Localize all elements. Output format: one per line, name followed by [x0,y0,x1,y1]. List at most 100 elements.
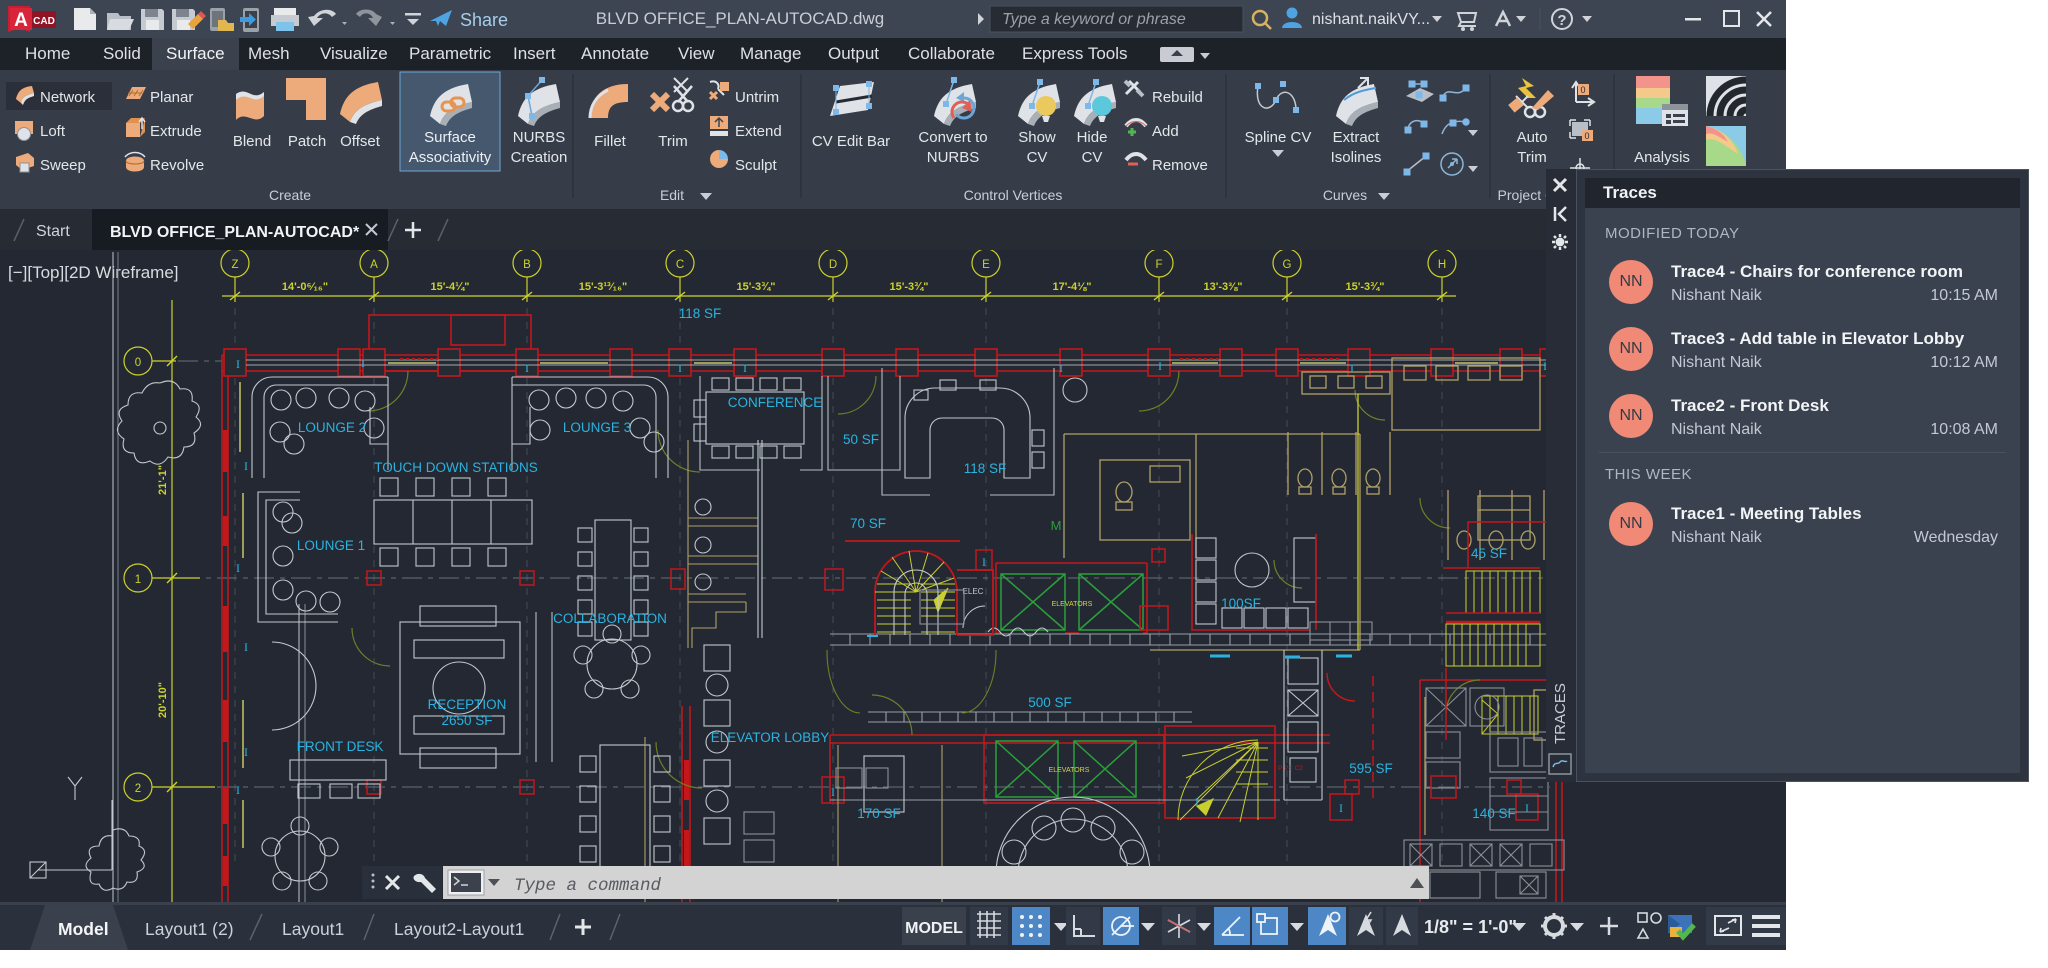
svg-text:Offset: Offset [340,133,381,150]
svg-text:Auto: Auto [1517,129,1548,146]
svg-text:13'-3⅜": 13'-3⅜" [1203,281,1242,293]
svg-text:Creation: Creation [511,149,568,166]
svg-text:G: G [1283,259,1292,271]
svg-text:Patch: Patch [288,133,326,150]
svg-text:E: E [982,259,990,271]
svg-text:LOUNGE 2: LOUNGE 2 [298,420,366,435]
svg-text:BLVD OFFICE_PLAN-AUTOCAD*: BLVD OFFICE_PLAN-AUTOCAD* [110,224,360,241]
svg-text:I: I [244,745,248,759]
svg-text:ELEVATOR LOBBY: ELEVATOR LOBBY [711,730,830,745]
svg-text:I: I [236,561,240,575]
svg-text:Fillet: Fillet [594,133,627,150]
svg-text:Layout1: Layout1 [282,919,344,939]
svg-text:CV Edit Bar: CV Edit Bar [812,133,890,150]
svg-text:CV: CV [1082,149,1103,166]
svg-text:15'-4¼": 15'-4¼" [430,281,469,293]
svg-text:Model: Model [58,919,109,939]
svg-text:0: 0 [1580,85,1585,95]
svg-text:ELEC: ELEC [963,587,984,596]
svg-text:Extrude: Extrude [150,123,202,140]
svg-text:CAD: CAD [33,16,55,27]
svg-text:I: I [1158,359,1162,373]
svg-text:Edit: Edit [660,187,684,203]
svg-text:Convert to: Convert to [918,129,987,146]
svg-text:Trim: Trim [658,133,687,150]
svg-text:118 SF: 118 SF [679,306,722,321]
svg-text:0: 0 [135,357,141,369]
svg-text:C: C [676,259,684,271]
svg-text:Extend: Extend [735,123,782,140]
svg-text:TOUCH DOWN STATIONS: TOUCH DOWN STATIONS [374,460,538,475]
svg-text:1: 1 [135,574,141,586]
svg-text:B: B [523,259,531,271]
svg-text:17'-4⅛": 17'-4⅛" [1052,281,1091,293]
svg-text:I: I [236,357,240,371]
svg-text:Analysis: Analysis [1634,149,1690,166]
svg-text:I: I [743,361,747,375]
svg-text:2: 2 [135,783,141,795]
svg-text:Control Vertices: Control Vertices [964,187,1063,203]
svg-text:MODEL: MODEL [905,920,963,937]
svg-text:RECEPTION: RECEPTION [428,697,507,712]
svg-text:Create: Create [269,187,311,203]
svg-text:Type a keyword or phrase: Type a keyword or phrase [1002,11,1186,28]
svg-text:595 SF: 595 SF [1349,761,1393,776]
svg-text:70 SF: 70 SF [850,516,886,531]
svg-text:Type a command: Type a command [514,876,662,896]
svg-text:0: 0 [1584,131,1589,141]
svg-text:NURBS: NURBS [513,129,566,146]
svg-text:I: I [1525,801,1529,815]
svg-text:I: I [525,361,529,375]
svg-text:Remove: Remove [1152,157,1208,174]
svg-text:CV: CV [1027,149,1048,166]
svg-text:15'-3¾": 15'-3¾" [736,281,775,293]
svg-text:45 SF: 45 SF [1471,546,1507,561]
svg-text:Spline CV: Spline CV [1245,129,1312,146]
svg-text:15'-3¾": 15'-3¾" [1345,281,1384,293]
svg-text:ELEVATORS: ELEVATORS [1052,601,1093,608]
svg-text:I: I [1059,361,1063,375]
svg-text:I: I [244,459,248,473]
svg-text:Revolve: Revolve [150,157,204,174]
svg-text:Rebuild: Rebuild [1152,89,1203,106]
svg-text:15'-3¾": 15'-3¾" [889,281,928,293]
svg-text:PIPE C2: PIPE C2 [1278,765,1303,772]
svg-text:Add: Add [1152,123,1179,140]
svg-text:50 SF: 50 SF [843,432,879,447]
svg-text:170 SF: 170 SF [857,806,901,821]
svg-text:Z: Z [231,259,238,271]
svg-text:I: I [982,555,986,569]
svg-text:Sweep: Sweep [40,157,86,174]
svg-text:NURBS: NURBS [927,149,980,166]
svg-text:A: A [370,259,378,271]
svg-text:20'-10": 20'-10" [157,682,169,718]
svg-text:I: I [244,640,248,654]
svg-text:140 SF: 140 SF [1472,806,1516,821]
svg-text:nishant.naikVY...: nishant.naikVY... [1312,11,1430,28]
svg-text:1/8" = 1'-0": 1/8" = 1'-0" [1424,917,1517,937]
svg-text:Associativity: Associativity [409,149,492,166]
svg-text:Trim: Trim [1517,149,1546,166]
svg-text:M: M [1051,518,1062,533]
svg-text:I: I [361,356,365,370]
svg-text:D: D [829,259,837,271]
svg-text:2650 SF: 2650 SF [441,713,492,728]
svg-text:LOUNGE 3: LOUNGE 3 [563,420,631,435]
svg-text:ELEVATORS: ELEVATORS [1049,767,1090,774]
svg-text:Sculpt: Sculpt [735,157,778,174]
svg-text:Planar: Planar [150,89,193,106]
svg-text:Isolines: Isolines [1331,149,1382,166]
svg-text:I: I [1195,795,1199,809]
svg-text:Untrim: Untrim [735,89,779,106]
svg-text:14'-0⁶⁄₁₆": 14'-0⁶⁄₁₆" [282,281,328,293]
svg-text:CONFERENCE: CONFERENCE [728,395,823,410]
svg-text:100SF: 100SF [1221,596,1261,611]
svg-text:15'-3¹³⁄₁₆": 15'-3¹³⁄₁₆" [579,281,628,293]
svg-text:A: A [14,10,28,31]
svg-text:?: ? [1557,12,1566,29]
svg-text:Blend: Blend [233,133,271,150]
svg-text:LOUNGE 1: LOUNGE 1 [297,538,365,553]
svg-text:I: I [1339,801,1343,815]
svg-text:I: I [678,361,682,375]
svg-text:[−][Top][2D Wireframe]: [−][Top][2D Wireframe] [8,263,179,282]
